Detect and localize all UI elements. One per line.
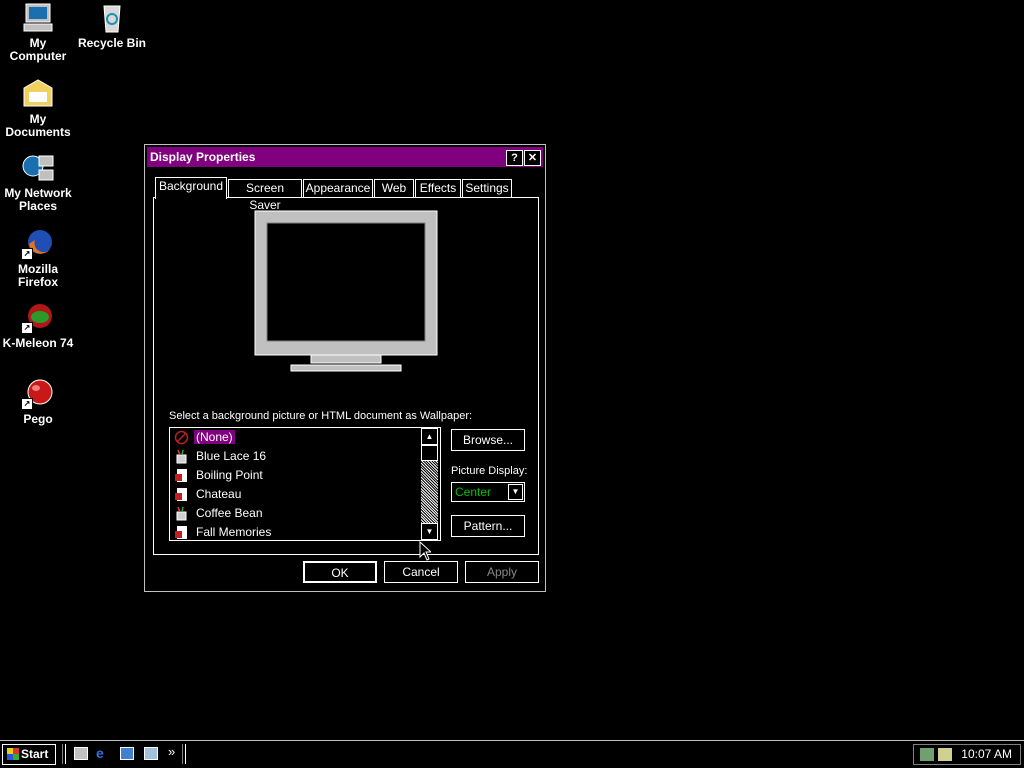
tab-web[interactable]: Web [374,179,414,198]
tab-background[interactable]: Background [155,177,227,199]
k-meleon-icon: ↗ [21,302,55,334]
pego-shortcut[interactable]: ↗ Pego [0,378,76,426]
help-icon: ? [511,152,518,164]
list-item[interactable]: Coffee Bean [170,504,440,523]
html-document-icon [175,526,187,539]
system-tray: 10:07 AM [913,744,1021,765]
help-button[interactable]: ? [506,150,523,166]
dialog-title: Display Properties [150,150,256,164]
taskbar-separator [62,744,66,764]
my-documents-shortcut[interactable]: My Documents [0,78,76,139]
none-icon [174,430,189,445]
tab-effects[interactable]: Effects [415,179,461,198]
icon-label: Places [18,199,58,213]
chevron-right-icon[interactable]: » [168,745,175,758]
dialog-titlebar[interactable]: Display Properties ? ✕ [147,147,543,167]
chevron-down-icon: ▼ [511,487,520,496]
icon-label: Firefox [17,275,58,289]
arrow-down-icon: ▼ [425,527,434,536]
browse-button[interactable]: Browse... [451,429,525,451]
wallpaper-list-scrollbar[interactable]: ▲ ▼ [421,428,438,540]
icon-label: Pego [23,412,53,426]
picture-display-value: Center [455,485,492,499]
list-item[interactable]: Fall Memories [170,523,440,540]
k-meleon-shortcut[interactable]: ↗ K-Meleon 74 [0,302,76,350]
recycle-bin-icon [95,2,129,34]
mozilla-firefox-shortcut[interactable]: ↗ Mozilla Firefox [0,228,76,289]
wallpaper-prompt: Select a background picture or HTML docu… [169,410,473,422]
html-document-icon [175,469,187,482]
outlook-express-icon[interactable] [120,747,134,760]
scroll-down-button[interactable]: ▼ [421,523,438,540]
scroll-up-button[interactable]: ▲ [421,428,438,445]
shortcut-arrow-icon: ↗ [21,248,33,260]
network-icon [21,152,55,184]
taskbar-separator [182,744,186,764]
ok-button[interactable]: OK [303,561,377,583]
icon-label: Computer [9,49,67,63]
list-item[interactable]: Chateau [170,485,440,504]
mouse-cursor-icon [419,541,431,561]
icon-label: Documents [5,125,71,139]
close-button[interactable]: ✕ [524,150,541,166]
tab-screen-saver[interactable]: Screen Saver [228,179,302,212]
paint-bucket-icon [176,449,187,464]
shortcut-arrow-icon: ↗ [21,398,33,410]
apply-button[interactable]: Apply [465,561,539,583]
monitor-preview [254,210,438,372]
wallpaper-list[interactable]: (None) Blue Lace 16 Boiling Point Chatea… [169,427,441,541]
arrow-up-icon: ▲ [425,432,434,441]
recycle-bin-shortcut[interactable]: Recycle Bin [74,2,150,50]
volume-tray-icon[interactable] [938,748,952,761]
icon-label: K-Meleon 74 [2,336,74,350]
internet-explorer-icon[interactable]: e [96,746,110,761]
computer-icon [21,2,55,34]
my-network-places-shortcut[interactable]: My Network Places [0,152,76,213]
windows-logo-icon [7,748,19,760]
list-item[interactable]: Blue Lace 16 [170,447,440,466]
taskbar: Start e » 10:07 AM [0,740,1024,768]
scroll-thumb[interactable] [421,445,438,461]
dropdown-button[interactable]: ▼ [508,484,523,500]
picture-display-label: Picture Display: [451,465,528,477]
tab-appearance[interactable]: Appearance [303,179,373,198]
clock[interactable]: 10:07 AM [961,745,1012,764]
tab-settings[interactable]: Settings [462,179,512,198]
pego-icon: ↗ [21,378,55,410]
html-document-icon [175,488,187,501]
my-computer-shortcut[interactable]: My Computer [0,2,76,63]
icon-label: Recycle Bin [77,36,147,50]
pattern-button[interactable]: Pattern... [451,515,525,537]
network-tray-icon[interactable] [920,748,934,761]
cancel-button[interactable]: Cancel [384,561,458,583]
list-item[interactable]: Boiling Point [170,466,440,485]
close-icon: ✕ [527,152,538,164]
start-button[interactable]: Start [2,744,56,765]
show-desktop-icon[interactable] [74,747,88,760]
picture-display-dropdown[interactable]: Center ▼ [451,482,525,502]
list-item[interactable]: (None) [170,428,440,447]
media-player-icon[interactable] [144,747,158,760]
display-properties-dialog: Display Properties ? ✕ Background Screen… [144,144,546,592]
firefox-icon: ↗ [21,228,55,260]
shortcut-arrow-icon: ↗ [21,322,33,334]
folder-icon [21,78,55,110]
paint-bucket-icon [176,506,187,521]
